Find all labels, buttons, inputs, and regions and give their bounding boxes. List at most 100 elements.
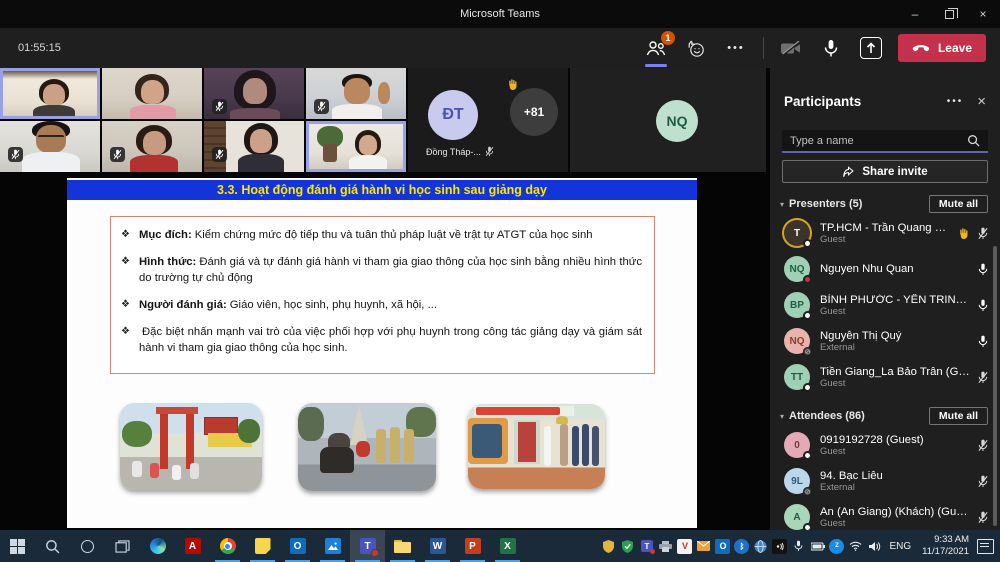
participant-role: External: [820, 342, 972, 353]
meeting-timer: 01:55:15: [18, 42, 61, 54]
taskbar-word[interactable]: W: [420, 530, 455, 562]
attendees-label: Attendees (86): [789, 410, 865, 422]
bullet-text: Hình thức:Đánh giá và tự đánh giá hành v…: [139, 254, 642, 286]
participant-row[interactable]: T TP.HCM - Trần Quang Mi... Guest: [770, 215, 1000, 251]
participant-row[interactable]: BP BÌNH PHƯỚC - YẾN TRINH (G... Guest: [770, 287, 1000, 323]
mic-off-badge: [8, 147, 23, 162]
participant-role: External: [820, 482, 972, 493]
taskbar-chrome[interactable]: [210, 530, 245, 562]
overflow-avatar-tile[interactable]: ĐT +81 Đồng Tháp-...: [408, 68, 568, 172]
network-globe-icon[interactable]: [753, 539, 768, 554]
participants-button[interactable]: 1: [643, 35, 669, 61]
restore-button[interactable]: [932, 0, 966, 28]
mic-off-icon[interactable]: [978, 439, 988, 452]
mail-icon[interactable]: [696, 539, 711, 554]
mic-off-icon[interactable]: [978, 227, 988, 240]
taskbar-photos[interactable]: [315, 530, 350, 562]
attendees-section-header[interactable]: ▾ Attendees (86) Mute all: [780, 405, 988, 427]
mic-off-icon[interactable]: [978, 511, 988, 524]
streaming-icon[interactable]: [772, 539, 787, 554]
participant-row[interactable]: NQ Nguyen Nhu Quan: [770, 251, 1000, 287]
search-button[interactable]: [35, 530, 70, 562]
volume-icon[interactable]: [867, 539, 882, 554]
mic-on-icon[interactable]: [978, 263, 988, 276]
taskbar-excel[interactable]: X: [490, 530, 525, 562]
zalo-icon[interactable]: Z: [829, 539, 844, 554]
participant-row[interactable]: A An (An Giang) (Khách) (Guest) Guest: [770, 499, 1000, 530]
cortana-button[interactable]: [70, 530, 105, 562]
leave-button[interactable]: Leave: [898, 34, 986, 62]
taskbar-powerpoint[interactable]: P: [455, 530, 490, 562]
minimize-button[interactable]: –: [898, 0, 932, 28]
system-tray: T V O ᛒ Z: [601, 534, 1000, 558]
video-tile-5[interactable]: [0, 121, 100, 172]
taskbar-teams[interactable]: T: [350, 530, 385, 562]
mute-all-attendees-button[interactable]: Mute all: [929, 407, 988, 425]
video-tile-1[interactable]: [0, 68, 100, 119]
close-button[interactable]: ×: [966, 0, 1000, 28]
camera-toggle-button[interactable]: [778, 35, 804, 61]
video-tile-8[interactable]: [306, 121, 406, 172]
speaker-tile[interactable]: NQ: [570, 68, 766, 172]
participant-row[interactable]: 0 0919192728 (Guest) Guest: [770, 427, 1000, 463]
video-tile-2[interactable]: [102, 68, 202, 119]
video-tile-4[interactable]: [306, 68, 406, 119]
mute-all-presenters-button[interactable]: Mute all: [929, 195, 988, 213]
more-participants-avatar: +81: [510, 88, 558, 136]
presenters-section-header[interactable]: ▾ Presenters (5) Mute all: [780, 193, 988, 215]
panel-title: Participants: [784, 94, 861, 109]
taskbar-sticky-notes[interactable]: [245, 530, 280, 562]
more-options-button[interactable]: •••: [723, 35, 749, 61]
video-tile-3[interactable]: [204, 68, 304, 119]
participants-badge: 1: [661, 31, 675, 45]
video-tile-6[interactable]: [102, 121, 202, 172]
chrome-icon: [220, 538, 236, 554]
taskbar-acrobat[interactable]: A: [175, 530, 210, 562]
status-badge: [803, 523, 812, 530]
mic-tray-icon[interactable]: [791, 539, 806, 554]
mic-off-icon[interactable]: [978, 371, 988, 384]
participant-row[interactable]: TT Tiền Giang_La Bảo Trân (Guest) Guest: [770, 359, 1000, 395]
taskbar-edge[interactable]: [140, 530, 175, 562]
share-screen-button[interactable]: [858, 35, 884, 61]
bluetooth-icon[interactable]: ᛒ: [734, 539, 749, 554]
mic-off-badge: [212, 147, 227, 162]
v-app-icon[interactable]: V: [677, 539, 692, 554]
mic-on-icon[interactable]: [978, 299, 988, 312]
antivirus-check-icon[interactable]: [620, 539, 635, 554]
slide-photo-school-gate: [120, 403, 262, 490]
more-options-icon: •••: [727, 42, 745, 54]
panel-close-icon[interactable]: ×: [977, 93, 986, 110]
panel-scrollbar[interactable]: [993, 246, 997, 526]
taskbar-outlook[interactable]: O: [280, 530, 315, 562]
status-badge: [803, 311, 812, 320]
participant-row[interactable]: 9L ⊘ 94. Bạc Liêu External: [770, 463, 1000, 499]
taskbar-clock[interactable]: 9:33 AM 11/17/2021: [918, 534, 973, 558]
mic-off-icon[interactable]: [978, 475, 988, 488]
wifi-icon[interactable]: [848, 539, 863, 554]
slide-bullet: ❖ Hình thức:Đánh giá và tự đánh giá hành…: [121, 254, 642, 286]
teams-window: Microsoft Teams – × 01:55:15 1: [0, 0, 1000, 562]
battery-icon[interactable]: [810, 539, 825, 554]
task-view-button[interactable]: [105, 530, 140, 562]
action-center-icon[interactable]: [977, 539, 994, 554]
mic-on-icon[interactable]: [978, 335, 988, 348]
start-button[interactable]: [0, 530, 35, 562]
teams-tray-icon[interactable]: T: [639, 539, 654, 554]
printer-icon[interactable]: [658, 539, 673, 554]
participant-row[interactable]: NQ ⊘ Nguyễn Thị Quý External: [770, 323, 1000, 359]
share-invite-button[interactable]: Share invite: [782, 160, 988, 183]
video-tile-7[interactable]: [204, 121, 304, 172]
taskbar-file-explorer[interactable]: [385, 530, 420, 562]
search-input[interactable]: [790, 135, 967, 147]
language-indicator[interactable]: ENG: [886, 541, 914, 552]
reactions-button[interactable]: [683, 35, 709, 61]
participant-name-label: Đồng Tháp-...: [426, 147, 481, 157]
avatar-initials: ĐT: [442, 106, 463, 124]
security-shield-icon[interactable]: [601, 539, 616, 554]
reactions-icon: [686, 39, 705, 58]
mic-toggle-button[interactable]: [818, 35, 844, 61]
participant-search[interactable]: [782, 130, 988, 153]
panel-more-icon[interactable]: •••: [947, 96, 964, 107]
outlook-tray-icon[interactable]: O: [715, 539, 730, 554]
